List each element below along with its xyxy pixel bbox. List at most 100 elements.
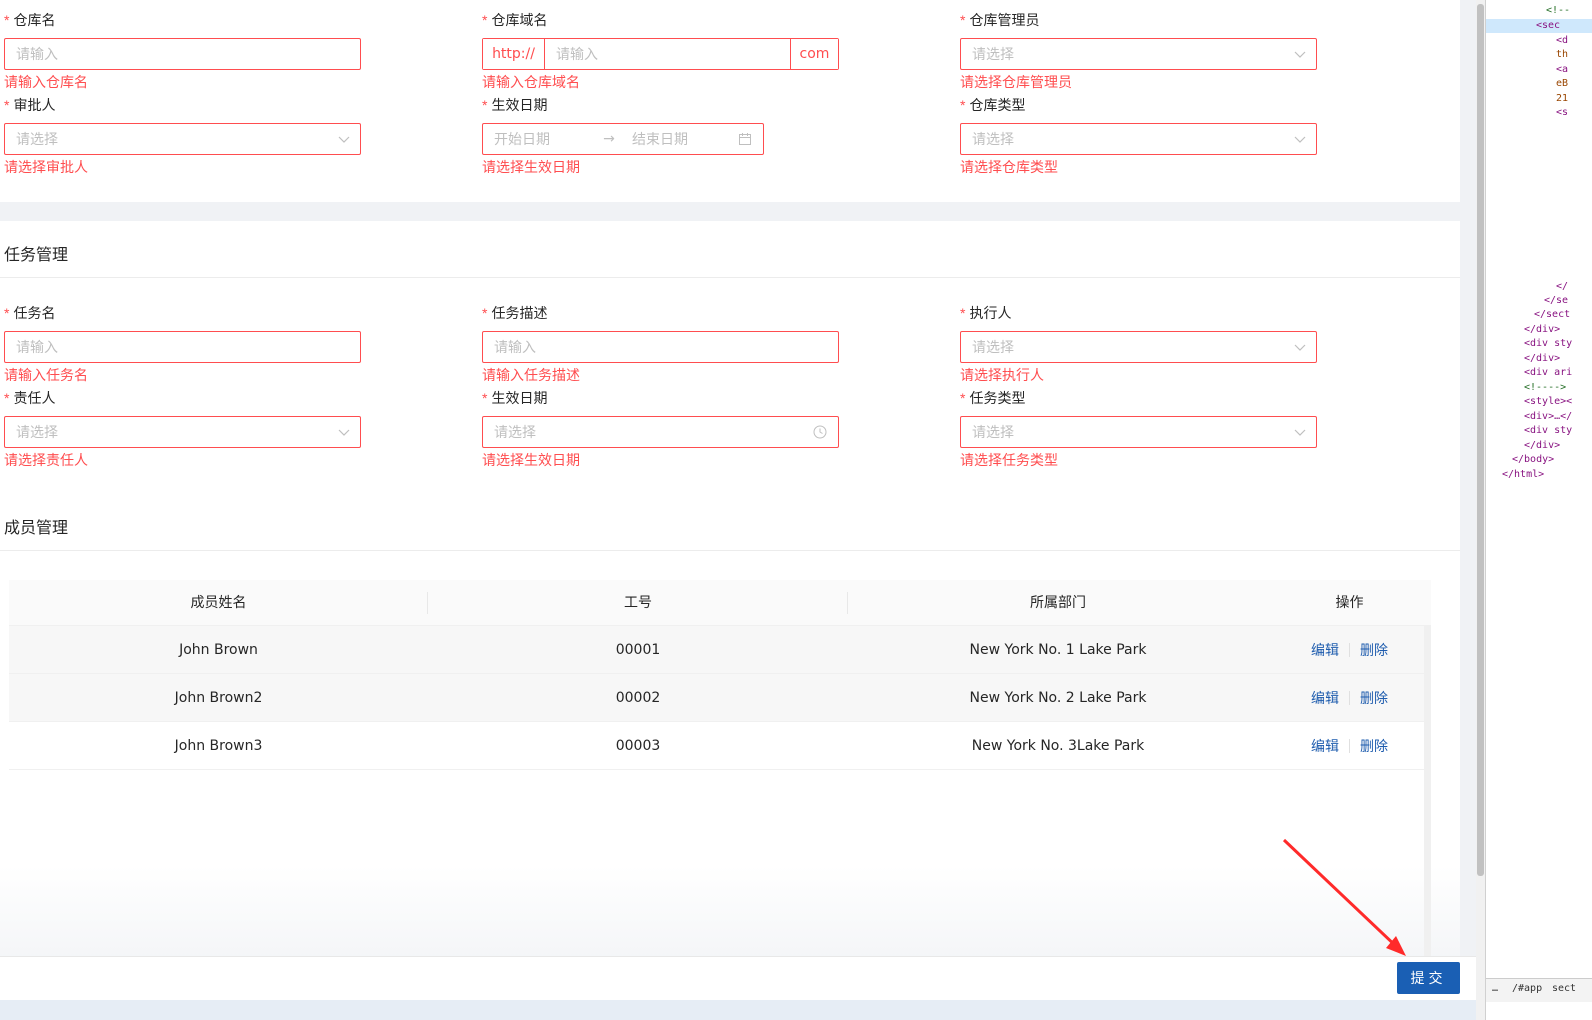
column-header: 操作	[1335, 595, 1364, 611]
dom-line[interactable]: <!--	[1546, 4, 1570, 18]
more-icon[interactable]: …	[1492, 983, 1498, 994]
page-scrollbar[interactable]	[1476, 0, 1485, 1020]
error-message: 请选择审批人	[4, 160, 88, 176]
dom-line[interactable]: <s	[1556, 106, 1568, 120]
member-dept: New York No. 3Lake Park	[971, 737, 1145, 754]
domain-suffix: com	[790, 39, 838, 69]
chevron-down-icon	[1294, 344, 1306, 351]
error-message: 请选择任务类型	[960, 453, 1058, 469]
table-row: John Brown3 00003 New York No. 3Lake Par…	[9, 722, 1431, 770]
task-section-title: 任务管理	[4, 245, 69, 264]
dom-line[interactable]: <sec	[1536, 19, 1560, 33]
field-label: 执行人	[969, 306, 1012, 322]
task-name-field: * 任务名 请输入 请输入任务名	[4, 303, 364, 385]
task-type-field: * 任务类型 请选择 请选择任务类型	[960, 388, 1320, 470]
delete-link[interactable]: 删除	[1360, 640, 1388, 660]
owner-select[interactable]: 请选择	[4, 416, 361, 448]
dom-line[interactable]: </se	[1544, 294, 1568, 308]
dom-line[interactable]: <style><	[1524, 395, 1572, 409]
required-mark: *	[960, 305, 966, 321]
domain-prefix: http://	[483, 39, 545, 69]
error-message: 请输入任务名	[4, 368, 88, 384]
required-mark: *	[960, 12, 966, 28]
dom-line[interactable]: <div>…</	[1524, 410, 1572, 424]
chevron-down-icon	[1294, 136, 1306, 143]
required-mark: *	[4, 305, 10, 321]
dom-line[interactable]: </sect	[1534, 308, 1570, 322]
dom-line[interactable]: </div>	[1524, 323, 1560, 337]
delete-link[interactable]: 删除	[1360, 688, 1388, 708]
placeholder: 请选择	[494, 425, 536, 441]
task-effective-time-picker[interactable]: 请选择	[482, 416, 839, 448]
member-dept: New York No. 2 Lake Park	[969, 689, 1147, 706]
executor-field: * 执行人 请选择 请选择执行人	[960, 303, 1320, 385]
field-label: 生效日期	[491, 98, 548, 114]
field-label: 任务名	[13, 306, 56, 322]
delete-link[interactable]: 删除	[1360, 736, 1388, 756]
field-label: 仓库名	[13, 13, 56, 29]
member-id: 00002	[615, 689, 661, 706]
placeholder: 请选择	[16, 425, 58, 441]
breadcrumb-item[interactable]: /#app	[1512, 983, 1542, 994]
field-label: 仓库域名	[491, 13, 548, 29]
member-name: John Brown2	[174, 689, 263, 706]
edit-link[interactable]: 编辑	[1311, 736, 1339, 756]
arrow-right-icon: →	[603, 131, 615, 147]
dom-line[interactable]: 21	[1556, 92, 1568, 106]
warehouse-name-input[interactable]: 请输入	[4, 38, 361, 70]
task-effective-date-field: * 生效日期 请选择 请选择生效日期	[482, 388, 842, 470]
field-label: 仓库管理员	[969, 13, 1040, 29]
error-message: 请选择生效日期	[482, 160, 580, 176]
executor-select[interactable]: 请选择	[960, 331, 1317, 363]
start-date-input[interactable]: 开始日期	[483, 129, 597, 149]
footer-toolbar	[0, 956, 1476, 1000]
approver-select[interactable]: 请选择	[4, 123, 361, 155]
calendar-icon	[739, 133, 751, 145]
devtools-panel: <!-- <sec <d th <a eB 21 <s </ </se </se…	[1485, 0, 1592, 1020]
placeholder: 请选择	[972, 425, 1014, 441]
chevron-down-icon	[338, 136, 350, 143]
placeholder: 请输入	[16, 47, 58, 63]
dom-line[interactable]: <d	[1556, 34, 1568, 48]
dom-line[interactable]: </div>	[1524, 439, 1560, 453]
dom-line[interactable]: <div ari	[1524, 366, 1572, 380]
devtools-breadcrumb: … /#app sect	[1486, 978, 1592, 1002]
error-message: 请输入仓库域名	[482, 75, 580, 91]
dom-line[interactable]: <a	[1556, 63, 1568, 77]
task-description-field: * 任务描述 请输入 请输入任务描述	[482, 303, 842, 385]
edit-link[interactable]: 编辑	[1311, 688, 1339, 708]
dom-line[interactable]: <!---->	[1524, 381, 1566, 395]
page: * 仓库名 请输入 请输入仓库名 * 仓库域名 http:// 请输入 com 请输…	[0, 0, 1592, 1020]
error-message: 请选择责任人	[4, 453, 88, 469]
placeholder: 请选择	[16, 132, 58, 148]
members-table: 成员姓名 工号 所属部门 操作 John Brown 00001 New Yor…	[9, 580, 1431, 770]
table-scrollbar[interactable]	[1424, 626, 1431, 956]
dom-line[interactable]: <div sty	[1524, 337, 1572, 351]
end-date-input[interactable]: 结束日期	[621, 129, 731, 149]
dom-line[interactable]: th	[1556, 48, 1568, 62]
member-dept: New York No. 1 Lake Park	[969, 641, 1147, 658]
breadcrumb-item[interactable]: sect	[1552, 983, 1576, 994]
task-name-input[interactable]: 请输入	[4, 331, 361, 363]
clock-icon	[813, 425, 827, 439]
column-header: 工号	[428, 580, 848, 625]
chevron-down-icon	[1294, 51, 1306, 58]
required-mark: *	[960, 390, 966, 406]
warehouse-admin-select[interactable]: 请选择	[960, 38, 1317, 70]
dom-line[interactable]: </html>	[1502, 468, 1544, 482]
placeholder: 请选择	[972, 340, 1014, 356]
effective-date-range-picker[interactable]: 开始日期 → 结束日期	[482, 123, 764, 155]
submit-button[interactable]: 提交	[1397, 962, 1460, 994]
warehouse-domain-input[interactable]: 请输入	[545, 44, 790, 64]
dom-line[interactable]: </	[1556, 280, 1568, 294]
dom-line[interactable]: </body>	[1512, 453, 1554, 467]
member-name: John Brown3	[174, 737, 263, 754]
edit-link[interactable]: 编辑	[1311, 640, 1339, 660]
task-type-select[interactable]: 请选择	[960, 416, 1317, 448]
dom-line[interactable]: eB	[1556, 77, 1568, 91]
warehouse-type-select[interactable]: 请选择	[960, 123, 1317, 155]
task-description-input[interactable]: 请输入	[482, 331, 839, 363]
scrollbar-thumb[interactable]	[1477, 4, 1484, 876]
dom-line[interactable]: <div sty	[1524, 424, 1572, 438]
dom-line[interactable]: </div>	[1524, 352, 1560, 366]
